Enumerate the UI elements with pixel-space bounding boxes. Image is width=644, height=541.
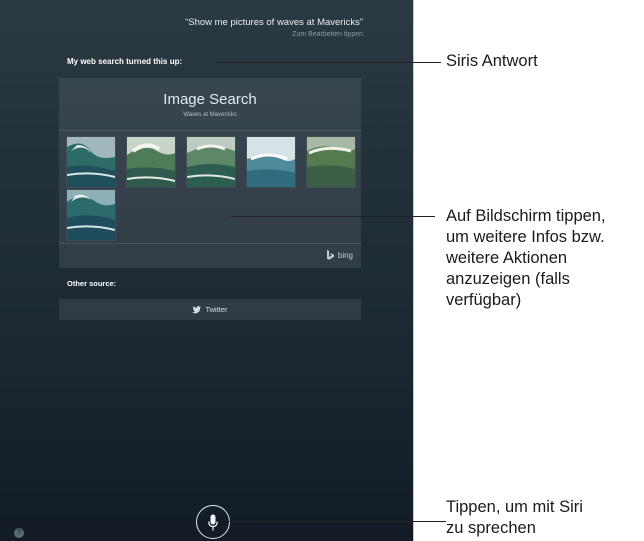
wave-photo-icon xyxy=(247,137,295,187)
image-thumbnail[interactable] xyxy=(187,137,235,187)
siri-query-text[interactable]: “Show me pictures of waves at Mavericks” xyxy=(185,17,363,28)
wave-photo-icon xyxy=(127,137,175,187)
card-title: Image Search xyxy=(163,91,257,108)
wave-photo-icon xyxy=(307,137,355,187)
image-thumbnail[interactable] xyxy=(307,137,355,187)
answer-heading: My web search turned this up: xyxy=(67,57,183,66)
image-thumbnail[interactable] xyxy=(67,137,115,187)
microphone-button[interactable] xyxy=(196,505,230,539)
callout-siri-answer: Siris Antwort xyxy=(446,52,538,70)
card-divider xyxy=(59,130,361,131)
callout-tap-screen: Auf Bildschirm tippen, um weitere Infos … xyxy=(446,207,606,309)
callout-line-answer xyxy=(216,62,441,63)
image-thumbnail[interactable] xyxy=(247,137,295,187)
siri-screen[interactable]: “Show me pictures of waves at Mavericks”… xyxy=(0,0,414,541)
twitter-bird-icon xyxy=(192,305,202,313)
help-button[interactable]: ? xyxy=(14,528,24,538)
other-source-heading: Other source: xyxy=(67,279,117,288)
callout-tap-mic: Tippen, um mit Siri zu sprechen xyxy=(446,498,583,537)
microphone-icon xyxy=(208,514,218,530)
edit-hint: Zum Bearbeiten tippen xyxy=(292,31,363,38)
card-subtitle: Waves at Mavericks xyxy=(183,112,237,118)
bing-label: bing xyxy=(337,250,353,260)
callout-line-tap-mic xyxy=(229,521,446,522)
image-thumbnail[interactable] xyxy=(67,190,115,240)
twitter-button[interactable]: Twitter xyxy=(59,299,361,320)
bing-attribution[interactable]: bing xyxy=(326,250,353,260)
card-footer-divider xyxy=(59,243,361,244)
image-thumbnail[interactable] xyxy=(127,137,175,187)
wave-photo-icon xyxy=(187,137,235,187)
bing-logo-icon xyxy=(326,250,334,260)
twitter-label: Twitter xyxy=(205,305,228,314)
image-search-card[interactable]: Image Search Waves at Mavericks bing xyxy=(59,78,361,268)
wave-photo-icon xyxy=(67,137,115,187)
wave-photo-icon xyxy=(67,190,115,240)
callout-line-tap-screen xyxy=(231,216,435,217)
